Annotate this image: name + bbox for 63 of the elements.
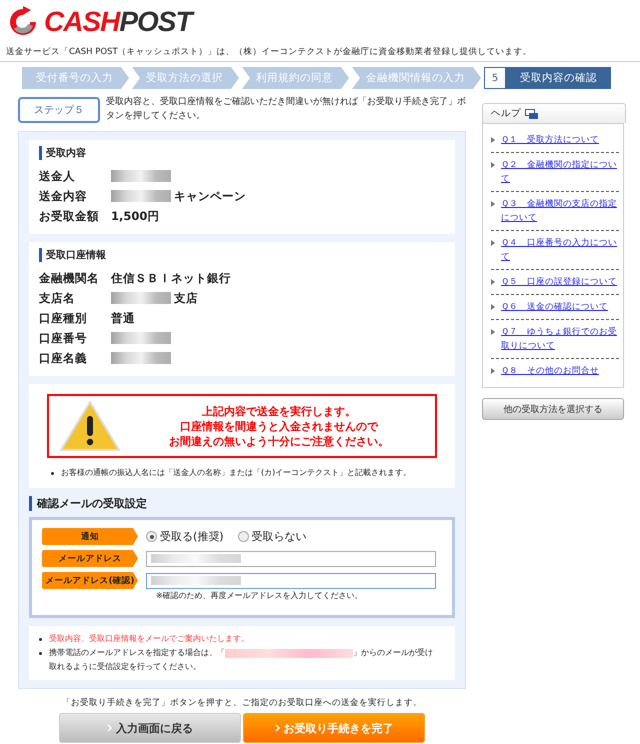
bullet-icon — [491, 201, 495, 207]
help-link[interactable]: Ｑ８ その他のお問合せ — [501, 364, 599, 378]
help-tab-title: ヘルプ — [491, 107, 521, 120]
section-heading: 受取口座情報 — [39, 248, 445, 262]
step-indicator: 利用規約の同意 — [242, 67, 349, 89]
field-label: 通知 — [42, 528, 138, 545]
tagline: 送金サービス「CASH POST（キャッシュポスト）」は、（株）イーコンテクストが金融庁に資金移動業者登録し提供しています。 — [0, 40, 640, 62]
step-indicator: 5 受取内容の確認 — [484, 67, 611, 89]
logo-wordmark: CASHPOST — [44, 6, 192, 38]
field-label: 口座種別 — [39, 310, 88, 326]
field-label: メールアドレス(確認) — [42, 572, 138, 589]
field-value: 普通 — [111, 310, 135, 326]
step-badge: ステップ５ — [18, 97, 100, 123]
note-text: お客様の通帳の振込人名には「送金人の名称」または「(カ)イーコンテクスト」と記載されます。 — [49, 466, 445, 480]
step-indicator: 受付番号の入力 — [22, 67, 129, 89]
bullet-icon — [491, 279, 495, 285]
field-label: 金融機関名 — [39, 270, 100, 286]
help-link[interactable]: Ｑ６ 送金の確認について — [501, 300, 608, 314]
section-heading: 確認メールの受取設定 — [29, 496, 455, 511]
field-label: メールアドレス — [42, 550, 138, 567]
help-link[interactable]: Ｑ２ 金融機関の指定について — [501, 158, 619, 186]
field-label: 送金内容 — [39, 188, 88, 204]
step-indicator: 受取方法の選択 — [132, 67, 239, 89]
field-label: 口座番号 — [39, 330, 88, 346]
field-value: 住信ＳＢＩネット銀行 — [111, 270, 231, 286]
other-method-button[interactable]: 他の受取方法を選択する — [482, 398, 624, 420]
help-link[interactable]: Ｑ５ 口座の誤登録について — [501, 275, 617, 289]
bullet-icon — [491, 162, 495, 168]
chevron-icon — [107, 724, 112, 732]
field-value: 1,500円 — [111, 208, 160, 224]
email-field[interactable] — [146, 572, 436, 588]
field-label: 送金人 — [39, 168, 76, 184]
help-link[interactable]: Ｑ１ 受取方法について — [501, 133, 599, 147]
bullet-icon — [491, 329, 495, 335]
back-button[interactable]: 入力画面に戻る — [59, 713, 241, 743]
email-field[interactable] — [146, 550, 436, 566]
chevron-icon — [274, 724, 280, 732]
bullet-icon — [491, 368, 495, 374]
step-indicator: 金融機関情報の入力 — [352, 67, 481, 89]
hint-text: ※確認のため、再度メールアドレスを入力してください。 — [156, 590, 364, 601]
field-value: 支店 — [174, 290, 198, 306]
mail-instruction: 取れるように受信設定を行ってください。 — [49, 662, 201, 671]
field-label: 支店名 — [39, 290, 76, 306]
instruction-text: 受取内容と、受取口座情報をご確認いただき間違いが無ければ「お受取り手続き完了」ボタンを押してください。 — [106, 96, 466, 123]
help-link[interactable]: Ｑ４ 口座番号の入力について — [501, 236, 619, 264]
mail-notice: 受取内容、受取口座情報をメールでご案内いたします。 — [37, 632, 447, 646]
radio-option[interactable]: 受取らない — [238, 529, 307, 544]
bullet-icon — [491, 304, 495, 310]
warning-text: 上記内容で送金を実行します。 口座情報を間違うと入金されませんので お間違えの無いよう十分にご注意ください。 — [168, 404, 390, 448]
bullet-icon — [491, 137, 495, 143]
radio-option[interactable]: 受取る(推奨) — [146, 529, 224, 544]
field-value: キャンペーン — [174, 188, 246, 204]
section-heading: 受取内容 — [39, 146, 445, 160]
warning-icon — [59, 400, 121, 452]
help-link[interactable]: Ｑ７ ゆうちょ銀行でのお受取りについて — [501, 325, 619, 353]
field-label: 口座名義 — [39, 350, 88, 366]
bullet-icon — [491, 240, 495, 246]
help-link[interactable]: Ｑ３ 金融機関の支店の指定について — [501, 197, 619, 225]
mail-instruction: 携帯電話のメールアドレスを指定する場合は、「 — [49, 647, 225, 659]
mail-instruction: 」からのメールが受け — [353, 647, 433, 659]
window-icon — [525, 108, 538, 118]
field-label: お受取金額 — [39, 208, 100, 224]
footer-note: 「お受取り手続きを完了」ボタンを押すと、ご指定のお受取口座への送金を実行します。 — [61, 697, 423, 709]
